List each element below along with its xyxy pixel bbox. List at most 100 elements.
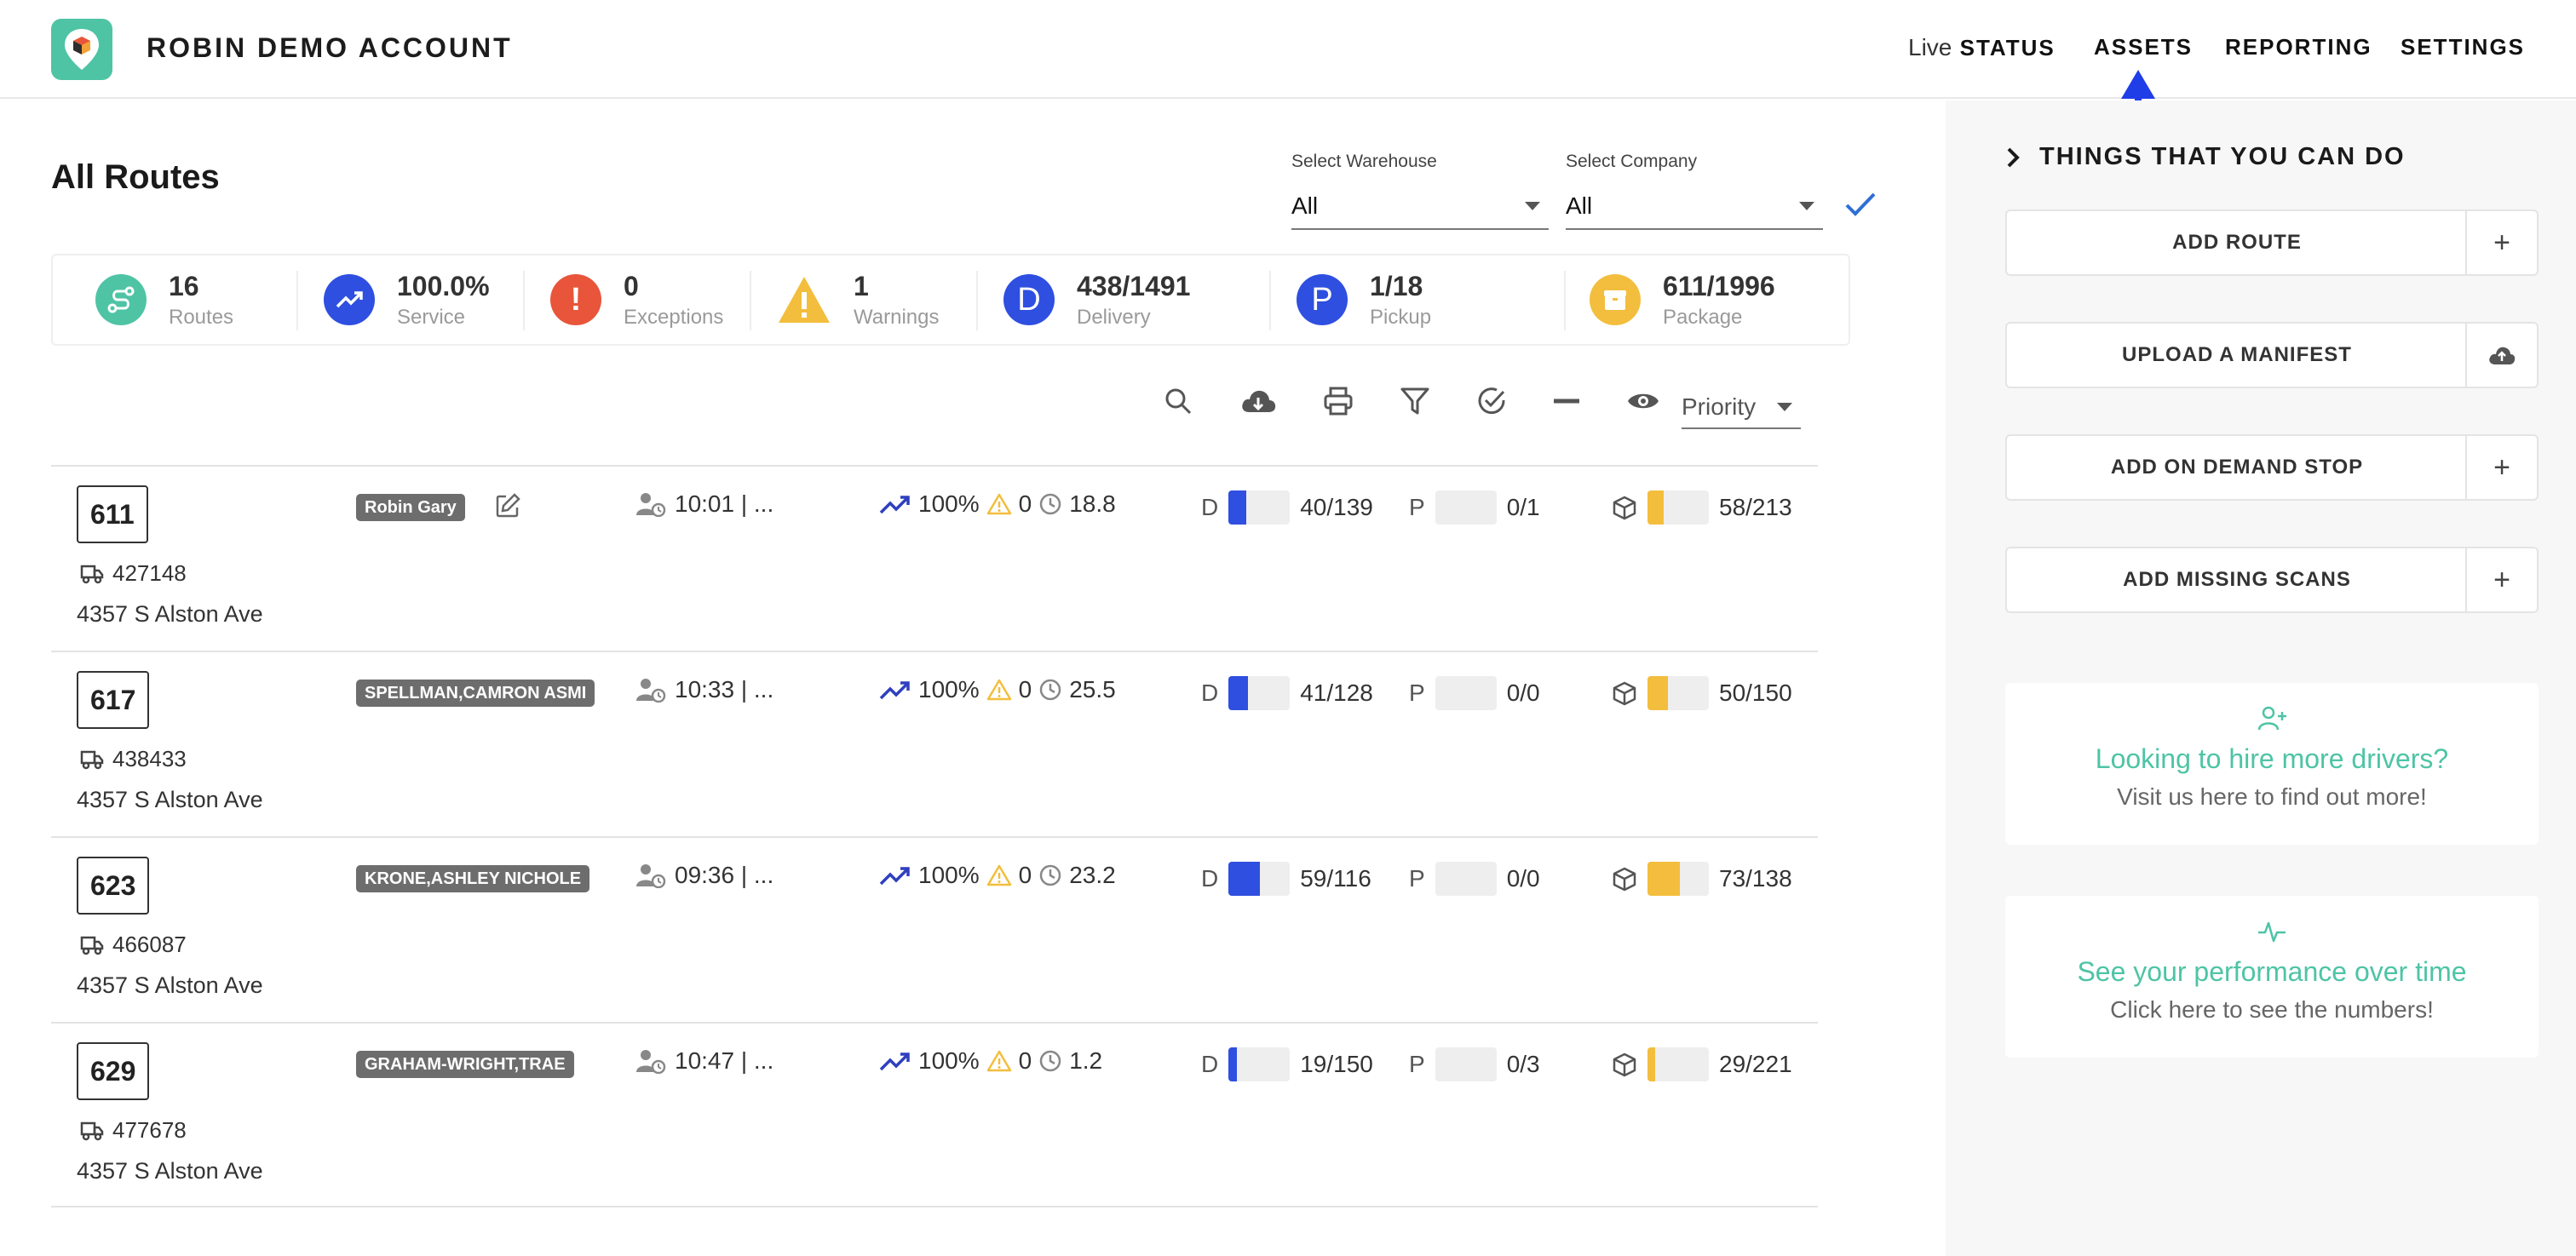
eye-icon[interactable] [1622,380,1665,422]
stat-exceptions-label: Exceptions [624,305,724,329]
stat-exceptions[interactable]: ! 0 Exceptions [550,255,723,344]
route-address: 4357 S Alston Ave [77,601,263,627]
add-missing-scans-button[interactable]: ADD MISSING SCANS + [2005,547,2539,613]
driver-badge[interactable]: Robin Gary [356,494,465,521]
stat-package[interactable]: 611/1996 Package [1590,255,1775,344]
apply-filter-check-icon[interactable] [1843,190,1877,219]
cloud-upload-icon[interactable] [2465,324,2537,387]
package-progress: 73/138 [1612,862,1792,896]
sidebar-title-text: THINGS THAT YOU CAN DO [2039,143,2406,170]
stat-divider [523,271,525,330]
route-performance: 100% 0 23.2 [879,862,1116,889]
route-time-value: 10:01 | ... [675,490,774,517]
route-number[interactable]: 617 [77,671,150,729]
upload-manifest-button[interactable]: UPLOAD A MANIFEST [2005,322,2539,388]
driver-clock-icon [636,1050,666,1074]
add-route-button[interactable]: ADD ROUTE + [2005,209,2539,276]
stat-service-value: 100.0% [397,270,490,301]
route-number[interactable]: 611 [77,485,148,543]
clock-icon [1039,1050,1061,1072]
add-user-icon [2257,706,2286,731]
brand-name: ROBIN DEMO ACCOUNT [147,32,513,63]
stat-pickup-value: 1/18 [1370,270,1423,301]
package-icon [1590,274,1641,325]
stat-pickup[interactable]: P 1/18 Pickup [1297,255,1431,344]
truck-icon [80,565,104,583]
route-number[interactable]: 629 [77,1042,150,1100]
check-circle-icon[interactable] [1470,380,1513,422]
route-time-value: 09:36 | ... [675,862,774,888]
delivery-count: 40/139 [1300,494,1373,520]
pickup-progress: P 0/0 [1409,676,1540,710]
sidebar-title[interactable]: THINGS THAT YOU CAN DO [2005,143,2406,171]
driver-badge[interactable]: KRONE,ASHLEY NICHOLE [356,865,590,892]
pickup-progress-bar [1435,862,1497,896]
delivery-progress-bar [1228,1047,1291,1081]
warning-count: 0 [1018,676,1032,703]
print-icon[interactable] [1317,380,1360,422]
clock-icon [1039,493,1061,515]
chevron-down-icon [1799,202,1814,210]
trend-up-icon [324,274,375,325]
plus-icon[interactable]: + [2465,211,2537,274]
cloud-download-icon[interactable] [1237,380,1279,422]
driver-badge[interactable]: SPELLMAN,CAMRON ASMI [356,680,595,707]
vehicle-number: 477678 [112,1117,187,1143]
service-value: 100% [918,862,980,888]
stat-routes[interactable]: 16 Routes [95,255,233,344]
delivery-progress-fill [1228,862,1260,896]
filter-icon[interactable] [1394,380,1436,422]
stat-service[interactable]: 100.0% Service [324,255,490,344]
edit-icon[interactable] [494,492,521,519]
nav-assets[interactable]: ASSETS [2094,34,2193,60]
warning-count: 0 [1018,862,1032,888]
chevron-down-icon [1525,202,1540,210]
warehouse-select-label: Select Warehouse [1291,152,1437,171]
package-count: 73/138 [1719,865,1792,892]
delivery-progress-bar [1228,862,1291,896]
stat-package-label: Package [1663,305,1743,329]
pickup-progress: P 0/0 [1409,862,1540,896]
search-icon[interactable] [1157,380,1199,422]
nav-live-status[interactable]: Live STATUS [1908,34,2056,61]
performance-card[interactable]: See your performance over time Click her… [2005,896,2539,1058]
stat-pickup-label: Pickup [1370,305,1432,329]
company-select[interactable]: Select Company All [1566,152,1823,230]
route-time: 10:33 | ... [635,676,773,703]
stat-delivery-label: Delivery [1077,305,1151,329]
package-count: 58/213 [1719,494,1792,520]
pickup-count: 0/0 [1506,865,1540,892]
table-row[interactable]: 611 427148 4357 S Alston Ave Robin Gary … [51,465,1818,651]
box-icon [1613,496,1636,520]
app-logo-icon[interactable] [51,19,112,80]
performance-subtitle: Click here to see the numbers! [2110,996,2434,1023]
truck-icon [80,936,104,955]
driver-badge[interactable]: GRAHAM-WRIGHT,TRAE [356,1051,574,1078]
table-row[interactable]: 629 477678 4357 S Alston Ave GRAHAM-WRIG… [51,1022,1818,1207]
sort-select[interactable]: Priority [1682,387,1801,429]
table-row[interactable]: 617 438433 4357 S Alston Ave SPELLMAN,CA… [51,651,1818,836]
warehouse-select[interactable]: Select Warehouse All [1291,152,1549,230]
plus-icon[interactable]: + [2465,548,2537,611]
stat-warnings[interactable]: 1 Warnings [777,255,939,344]
add-on-demand-stop-button[interactable]: ADD ON DEMAND STOP + [2005,434,2539,501]
stat-delivery[interactable]: D 438/1491 Delivery [1003,255,1190,344]
table-row[interactable]: 623 466087 4357 S Alston Ave KRONE,ASHLE… [51,836,1818,1022]
pickup-letter-icon: P [1297,274,1348,325]
company-select-value-box[interactable]: All [1566,184,1823,230]
route-number[interactable]: 623 [77,857,150,915]
hire-drivers-card[interactable]: Looking to hire more drivers? Visit us h… [2005,683,2539,845]
nav-reporting[interactable]: REPORTING [2225,34,2372,60]
warehouse-select-value-box[interactable]: All [1291,184,1549,230]
add-on-demand-stop-label: ADD ON DEMAND STOP [2110,456,2364,479]
nav-settings[interactable]: SETTINGS [2401,34,2525,60]
driver-clock-icon [636,864,666,888]
minus-icon[interactable] [1545,380,1588,422]
route-time: 10:01 | ... [635,490,773,518]
driver-clock-icon [636,493,666,517]
stat-package-value: 611/1996 [1663,270,1775,301]
box-icon [1613,1052,1636,1077]
stat-routes-value: 16 [169,270,199,301]
plus-icon[interactable]: + [2465,436,2537,499]
warning-outline-icon [986,864,1011,886]
